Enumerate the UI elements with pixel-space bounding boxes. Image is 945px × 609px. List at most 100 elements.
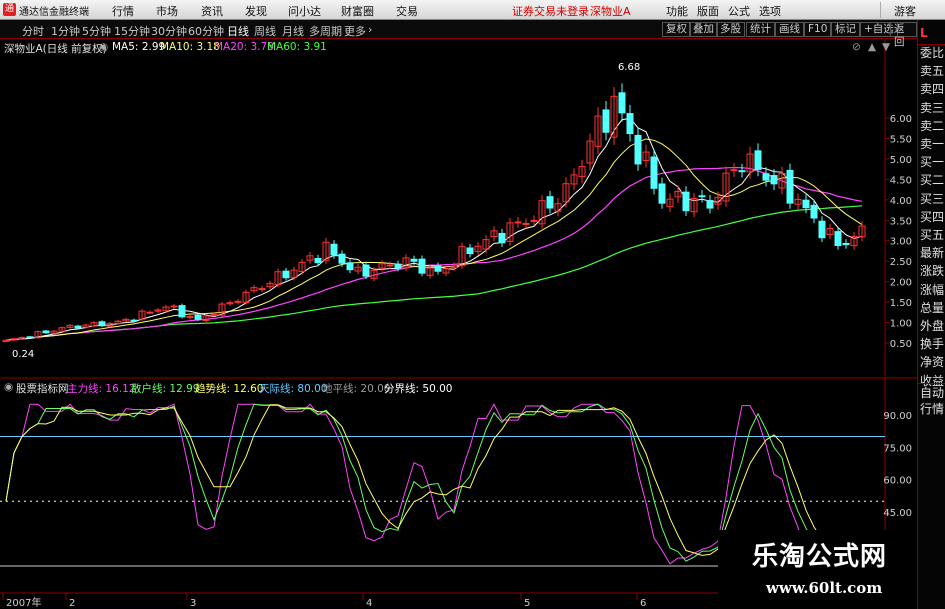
candle-body xyxy=(26,336,34,339)
menu-layout[interactable]: 版面 xyxy=(697,3,719,19)
menu-ask[interactable]: 问小达 xyxy=(288,3,321,19)
side-tab-item[interactable]: 净资 xyxy=(920,355,945,369)
candle-body xyxy=(530,219,538,222)
side-tab-auto[interactable]: 自动 xyxy=(920,386,945,400)
menu-function[interactable]: 功能 xyxy=(666,3,688,19)
candle-body xyxy=(194,314,202,320)
period-multi[interactable]: 多周期 xyxy=(309,23,342,39)
candle-body xyxy=(842,242,850,246)
side-tab-item[interactable]: 总量 xyxy=(920,301,945,315)
date-axis-label: 2 xyxy=(69,598,75,609)
side-tab-item[interactable]: 委比 xyxy=(920,46,945,60)
user-label[interactable]: 游客 xyxy=(894,3,916,19)
period-60min[interactable]: 60分钟 xyxy=(188,23,224,39)
f10-button[interactable]: F10 xyxy=(804,22,832,37)
candle-body xyxy=(434,265,442,272)
multi-stock-button[interactable]: 多股 xyxy=(716,22,745,37)
watermark-title: 乐淘公式网 xyxy=(752,542,888,572)
side-tab-item[interactable]: 买四 xyxy=(920,210,945,224)
mark-button[interactable]: 标记 xyxy=(831,22,860,37)
close-circle-icon[interactable]: ⊘ xyxy=(852,41,861,53)
candle-body xyxy=(386,264,394,267)
side-tab-quotes[interactable]: 行情 xyxy=(920,402,945,416)
adjust-button[interactable]: 复权 xyxy=(662,22,691,37)
price-axis-label: 0.50 xyxy=(890,339,912,350)
watermark: 乐淘公式网 www.60lt.com xyxy=(718,530,917,609)
chart-canvas[interactable]: 6.00 5.50 5.00 4.50 4.00 3.50 3.00 2.50 2.00 1.50… xyxy=(0,0,917,609)
side-tab-item[interactable]: 买一 xyxy=(920,155,945,169)
menu-quotes[interactable]: 行情 xyxy=(112,3,134,19)
candle-body xyxy=(338,253,346,264)
indicator-settings-icon[interactable]: ◉ xyxy=(4,381,13,393)
menu-wealth[interactable]: 财富圈 xyxy=(341,3,374,19)
side-tab-item[interactable]: 涨跌 xyxy=(920,264,945,278)
side-tab-item[interactable]: 换手 xyxy=(920,337,945,351)
candle-body xyxy=(698,195,706,198)
app-logo-icon: 通 xyxy=(3,3,16,16)
period-tick[interactable]: 分时 xyxy=(22,23,44,39)
boundary-label: 分界线: 50.00 xyxy=(384,383,453,395)
arrow-down-icon[interactable]: ▼ xyxy=(882,41,890,53)
candle-body xyxy=(618,92,626,114)
side-tab-item[interactable]: 卖五 xyxy=(920,64,945,78)
menu-trade[interactable]: 交易 xyxy=(396,3,418,19)
period-15min[interactable]: 15分钟 xyxy=(114,23,150,39)
candlesticks[interactable] xyxy=(2,83,866,343)
side-tab-item[interactable]: 涨幅 xyxy=(920,283,945,297)
candle-body xyxy=(522,222,530,225)
side-tab-item[interactable]: 卖三 xyxy=(920,101,945,115)
candle-body xyxy=(602,109,610,133)
candle-body xyxy=(98,321,106,327)
chevron-right-icon[interactable]: › xyxy=(368,23,372,36)
back-button[interactable]: 返回 xyxy=(890,22,917,48)
menu-market[interactable]: 市场 xyxy=(156,3,178,19)
side-tab-item[interactable]: 买二 xyxy=(920,173,945,187)
candle-body xyxy=(130,319,138,322)
ma10-label: MA10: 3.18 xyxy=(160,41,220,53)
horizon-label: 地平线: 20.00 xyxy=(322,383,391,395)
side-tab-item[interactable]: 卖一 xyxy=(920,137,945,151)
candle-body xyxy=(330,243,338,256)
period-1min[interactable]: 1分钟 xyxy=(51,23,80,39)
panel-collapse-button[interactable]: L xyxy=(920,26,945,40)
indicator-name: 股票指标网 xyxy=(16,383,69,395)
draw-button[interactable]: 画线 xyxy=(775,22,804,37)
period-weekly[interactable]: 周线 xyxy=(254,23,276,39)
date-axis-label: 4 xyxy=(366,598,372,609)
side-tab-item[interactable]: 买五 xyxy=(920,228,945,242)
menu-formula[interactable]: 公式 xyxy=(728,3,750,19)
period-more[interactable]: 更多 xyxy=(344,23,366,39)
side-tab-item[interactable]: 卖二 xyxy=(920,119,945,133)
login-notice[interactable]: 证券交易未登录 xyxy=(512,3,589,19)
candle-body xyxy=(394,263,402,269)
date-axis-label: 2007年 xyxy=(6,596,41,609)
side-tab-item[interactable]: 外盘 xyxy=(920,319,945,333)
overlay-button[interactable]: 叠加 xyxy=(689,22,718,37)
candle-body xyxy=(650,156,658,189)
main-info-line: 深物业A(日线 前复权) ◉ MA5: 2.99 MA10: 3.18 MA20… xyxy=(0,41,900,55)
candle-body xyxy=(634,134,642,165)
side-tab-item[interactable]: 卖四 xyxy=(920,82,945,96)
price-axis-label: 4.50 xyxy=(890,175,912,186)
period-5min[interactable]: 5分钟 xyxy=(82,23,111,39)
price-axis-label: 5.00 xyxy=(890,155,912,166)
candle-body xyxy=(282,270,290,279)
arrow-up-icon[interactable]: ▲ xyxy=(868,41,876,53)
price-axis-label: 4.00 xyxy=(890,196,912,207)
period-daily[interactable]: 日线 xyxy=(227,23,249,39)
menu-news[interactable]: 资讯 xyxy=(201,3,223,19)
date-axis-label: 5 xyxy=(524,598,530,609)
side-tab-item[interactable]: 买三 xyxy=(920,192,945,206)
menu-options[interactable]: 选项 xyxy=(759,3,781,19)
candle-body xyxy=(754,150,762,170)
period-monthly[interactable]: 月线 xyxy=(282,23,304,39)
candle-body xyxy=(546,196,554,209)
period-30min[interactable]: 30分钟 xyxy=(151,23,187,39)
settings-icon[interactable]: ◉ xyxy=(99,41,108,53)
side-tab-item[interactable]: 最新 xyxy=(920,246,945,260)
menu-discover[interactable]: 发现 xyxy=(245,3,267,19)
ma20-path xyxy=(5,166,863,341)
retail-line-label: 散户线: 12.99 xyxy=(131,383,200,395)
candle-body xyxy=(42,330,50,334)
stats-button[interactable]: 统计 xyxy=(746,22,775,37)
